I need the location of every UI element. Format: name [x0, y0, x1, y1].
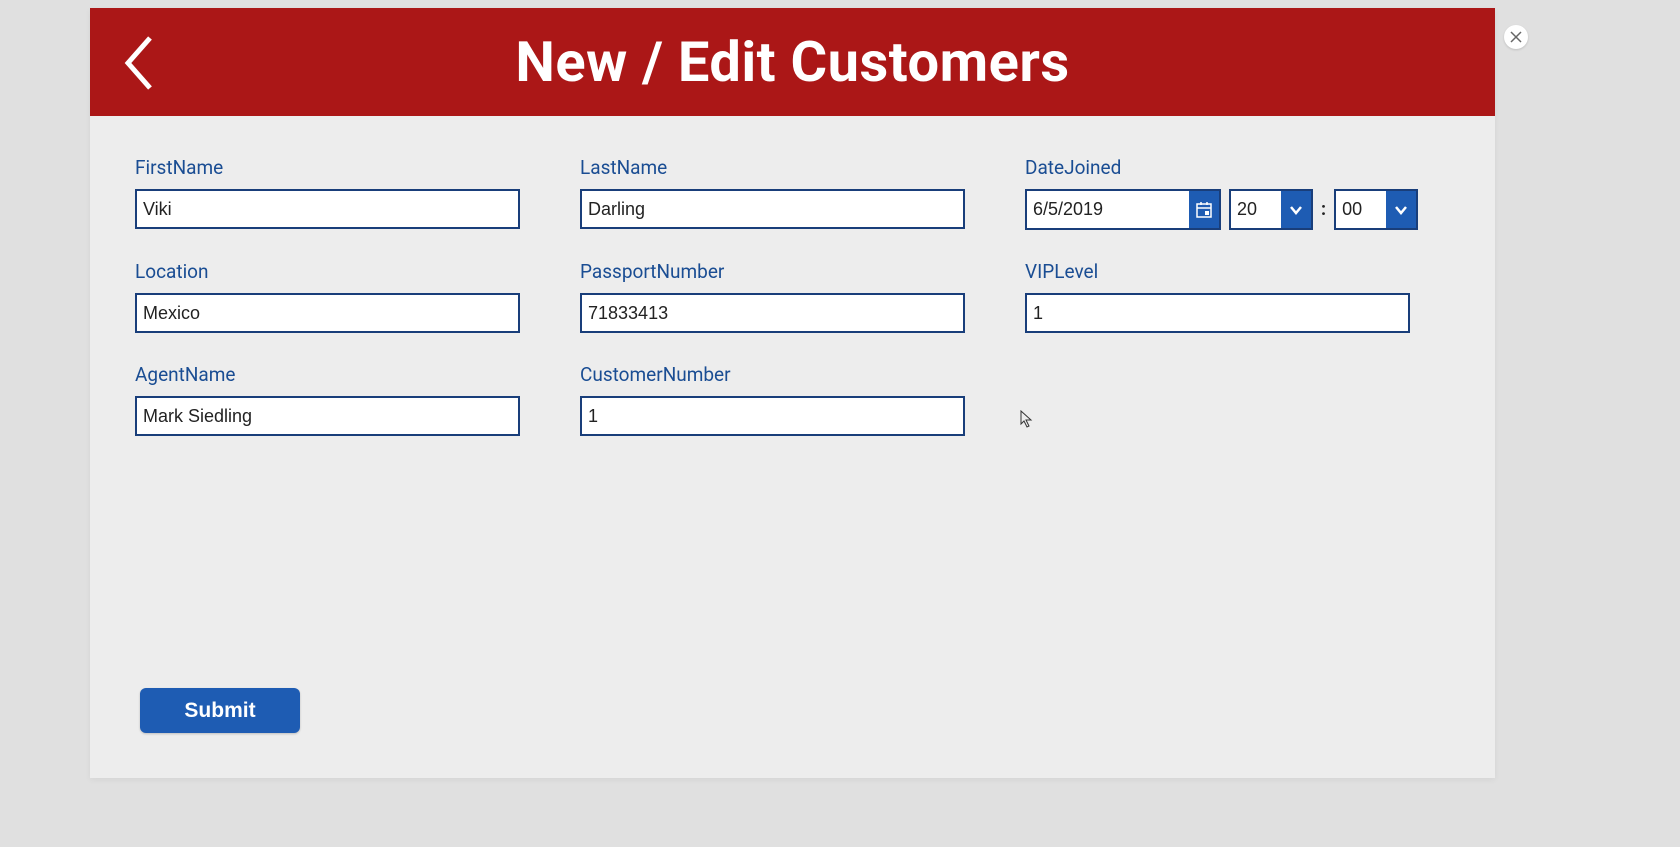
- field-passportnumber: PassportNumber: [580, 260, 965, 333]
- date-picker-button[interactable]: [1189, 191, 1219, 228]
- input-date[interactable]: [1027, 191, 1189, 228]
- field-location: Location: [135, 260, 520, 333]
- input-hour[interactable]: [1231, 191, 1281, 228]
- input-viplevel[interactable]: [1025, 293, 1410, 333]
- label-agentname: AgentName: [135, 363, 520, 386]
- field-datejoined: DateJoined: [1025, 156, 1410, 230]
- field-firstname: FirstName: [135, 156, 520, 229]
- page-container: New / Edit Customers FirstName LastName …: [90, 8, 1495, 778]
- page-title: New / Edit Customers: [515, 29, 1069, 95]
- label-viplevel: VIPLevel: [1025, 260, 1410, 283]
- submit-button[interactable]: Submit: [140, 688, 300, 733]
- field-lastname: LastName: [580, 156, 965, 229]
- label-datejoined: DateJoined: [1025, 156, 1410, 179]
- minute-box: [1334, 189, 1418, 230]
- chevron-left-icon: [120, 32, 158, 94]
- input-agentname[interactable]: [135, 396, 520, 436]
- back-button[interactable]: [120, 32, 158, 98]
- input-location[interactable]: [135, 293, 520, 333]
- close-icon: [1510, 31, 1522, 43]
- chevron-down-icon: [1288, 202, 1304, 218]
- field-customernumber: CustomerNumber: [580, 363, 965, 436]
- label-passportnumber: PassportNumber: [580, 260, 965, 283]
- label-location: Location: [135, 260, 520, 283]
- time-separator: :: [1321, 199, 1326, 220]
- input-passportnumber[interactable]: [580, 293, 965, 333]
- close-button[interactable]: [1504, 25, 1528, 49]
- hour-dropdown-button[interactable]: [1281, 191, 1311, 228]
- calendar-icon: [1195, 201, 1213, 219]
- hour-box: [1229, 189, 1313, 230]
- chevron-down-icon: [1393, 202, 1409, 218]
- label-firstname: FirstName: [135, 156, 520, 179]
- input-lastname[interactable]: [580, 189, 965, 229]
- input-minute[interactable]: [1336, 191, 1386, 228]
- input-firstname[interactable]: [135, 189, 520, 229]
- form-body: FirstName LastName DateJoined: [90, 116, 1495, 778]
- label-customernumber: CustomerNumber: [580, 363, 965, 386]
- date-box: [1025, 189, 1221, 230]
- header: New / Edit Customers: [90, 8, 1495, 116]
- minute-dropdown-button[interactable]: [1386, 191, 1416, 228]
- field-agentname: AgentName: [135, 363, 520, 436]
- input-customernumber[interactable]: [580, 396, 965, 436]
- label-lastname: LastName: [580, 156, 965, 179]
- field-viplevel: VIPLevel: [1025, 260, 1410, 333]
